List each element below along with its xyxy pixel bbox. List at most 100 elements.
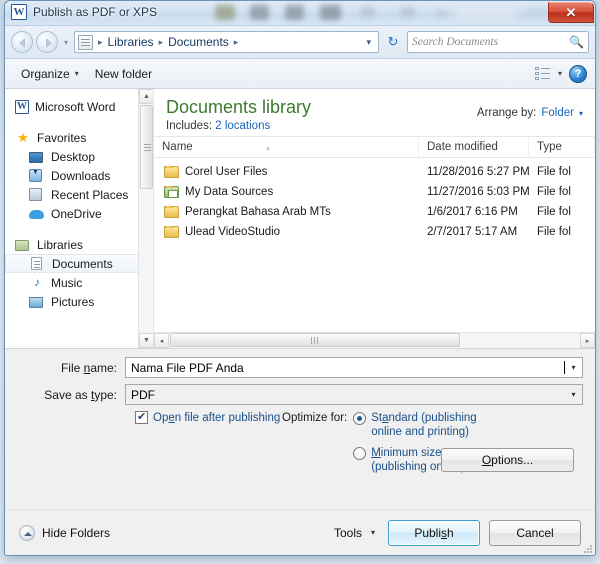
word-icon: W (15, 99, 29, 114)
star-icon: ★ (17, 129, 29, 145)
picture-icon (29, 296, 43, 308)
sidebar-item-microsoft-word[interactable]: W Microsoft Word (5, 97, 153, 116)
savetype-label-pre: Save as (44, 387, 91, 402)
file-name-label: Perangkat Bahasa Arab MTs (185, 206, 331, 218)
scroll-right-icon[interactable]: ▸ (580, 333, 595, 348)
file-name-label: My Data Sources (185, 186, 274, 198)
radio-button[interactable] (353, 447, 367, 460)
sidebar-item-label: Pictures (51, 294, 95, 309)
includes-locations-link[interactable]: 2 locations (215, 120, 270, 132)
arrange-by-label: Arrange by: (476, 107, 537, 119)
scroll-left-icon[interactable]: ◂ (154, 333, 169, 348)
sidebar-item-desktop[interactable]: Desktop (5, 147, 153, 166)
explorer-body: W Microsoft Word ★ Favorites Desktop Download… (5, 89, 595, 349)
organize-button[interactable]: Organize ▾ (13, 64, 87, 84)
sidebar-item-pictures[interactable]: Pictures (5, 292, 153, 311)
sidebar-item-documents[interactable]: Documents (5, 254, 147, 273)
chevron-down-icon[interactable]: ▾ (579, 109, 583, 118)
sidebar-item-label: Desktop (51, 149, 96, 164)
search-input[interactable]: Search Documents (412, 36, 569, 48)
column-headers: Name ▴ Date modified Type (154, 136, 595, 158)
publish-button[interactable]: Publi s h (388, 519, 480, 546)
sidebar-scrollbar[interactable]: ▲ ▼ (138, 89, 153, 348)
navigation-bar: ▾ ▸ Libraries ▸ Documents ▸ ▾ ↻ Search D… (5, 26, 595, 59)
open-after-publishing-checkbox[interactable] (135, 410, 148, 424)
tools-button[interactable]: Tools ▾ (334, 526, 379, 540)
document-icon (31, 256, 42, 270)
savetype-select[interactable]: PDF ▾ (125, 384, 583, 405)
optimize-radio-standard[interactable]: Standard (publishing online and printing) (353, 411, 477, 439)
sidebar-item-label: OneDrive (51, 206, 102, 221)
sidebar-item-libraries[interactable]: Libraries (5, 235, 153, 254)
folder-tree: W Microsoft Word ★ Favorites Desktop Download… (5, 97, 153, 311)
search-box[interactable]: Search Documents 🔍 (407, 31, 589, 53)
open-label-pre: Op (153, 411, 169, 424)
radio-label[interactable]: Standard (publishing online and printing) (371, 411, 477, 439)
file-list-horizontal-scrollbar[interactable]: ◂ ▸ (154, 332, 595, 348)
folder-icon (164, 226, 179, 238)
scrollbar-thumb[interactable] (140, 105, 153, 189)
cancel-button[interactable]: Cancel (489, 519, 581, 546)
sidebar-item-label: Music (51, 275, 83, 290)
breadcrumb-documents[interactable]: Documents (166, 35, 231, 49)
savetype-dropdown-icon[interactable]: ▾ (565, 385, 582, 404)
organize-label: Organize (21, 66, 70, 81)
refresh-icon[interactable]: ↻ (382, 31, 404, 53)
breadcrumb-separator: ▸ (98, 36, 103, 47)
libraries-icon (15, 239, 29, 251)
hscroll-thumb[interactable] (170, 333, 460, 347)
hide-folders-button[interactable]: Hide Folders (19, 524, 110, 541)
column-header-date-modified[interactable]: Date modified (419, 136, 529, 158)
file-rows: Corel User Files 11/28/2016 5:27 PM File f… (154, 158, 595, 332)
new-folder-button[interactable]: New folder (87, 64, 160, 84)
sidebar-item-label: Documents (52, 256, 113, 271)
help-icon[interactable]: ? (569, 64, 587, 83)
resize-grip[interactable] (582, 543, 592, 553)
sidebar-item-onedrive[interactable]: OneDrive (5, 204, 153, 223)
breadcrumb-libraries[interactable]: Libraries (106, 35, 156, 49)
radio-button[interactable] (353, 412, 367, 425)
file-name-cell: My Data Sources (154, 186, 419, 198)
address-dropdown-icon[interactable]: ▾ (362, 37, 375, 48)
open-after-publishing-checkbox-line[interactable]: Open file after publishing (135, 410, 282, 424)
sidebar-item-downloads[interactable]: Downloads (5, 166, 153, 185)
sidebar-item-favorites[interactable]: ★ Favorites (5, 128, 153, 147)
forward-arrow-icon[interactable] (36, 31, 58, 53)
history-dropdown-icon[interactable]: ▾ (61, 38, 71, 47)
close-button[interactable]: ✕ (548, 2, 594, 23)
table-row[interactable]: Corel User Files 11/28/2016 5:27 PM File f… (154, 162, 595, 182)
arrange-by-value[interactable]: Folder (541, 107, 574, 119)
table-row[interactable]: Ulead VideoStudio 2/7/2017 5:17 AM File fo… (154, 222, 595, 242)
open-after-publishing-label[interactable]: Open file after publishing (153, 412, 280, 424)
command-bar: Organize ▾ New folder ▾ ? (5, 59, 595, 89)
back-arrow-icon[interactable] (11, 31, 33, 53)
hscroll-track[interactable] (169, 333, 580, 348)
table-row[interactable]: Perangkat Bahasa Arab MTs 1/6/2017 6:16 P… (154, 202, 595, 222)
open-after-publishing-group: Open file after publishing (17, 410, 282, 474)
scroll-down-icon[interactable]: ▼ (139, 333, 153, 348)
sidebar-item-recent-places[interactable]: Recent Places (5, 185, 153, 204)
table-row[interactable]: My Data Sources 11/27/2016 5:03 PM File fo… (154, 182, 595, 202)
publish-label-pre: Publi (414, 525, 441, 540)
filename-input[interactable]: Nama File PDF Anda ▾ (125, 357, 583, 378)
view-layout-icon[interactable] (534, 66, 551, 81)
scroll-up-icon[interactable]: ▲ (139, 89, 153, 104)
publish-form: File name: Nama File PDF Anda ▾ Save as … (5, 349, 595, 479)
sidebar-item-music[interactable]: ♪ Music (5, 273, 153, 292)
options-button[interactable]: Options... (441, 448, 574, 472)
file-date-cell: 1/6/2017 6:16 PM (427, 206, 518, 218)
column-header-name[interactable]: Name ▴ (154, 136, 419, 158)
library-header-text: Documents library Includes: 2 locations (166, 97, 311, 132)
chevron-down-icon: ▾ (370, 528, 375, 537)
window-title: Publish as PDF or XPS (33, 5, 158, 19)
file-type-cell: File fol (537, 206, 571, 218)
address-bar[interactable]: ▸ Libraries ▸ Documents ▸ ▾ (74, 31, 379, 53)
file-type-cell: File fol (537, 226, 571, 238)
file-list-pane: Documents library Includes: 2 locations … (153, 89, 595, 348)
column-header-type[interactable]: Type (529, 136, 595, 158)
view-chevron-down-icon[interactable]: ▾ (558, 69, 562, 78)
collapse-up-icon (19, 524, 35, 541)
filename-dropdown-icon[interactable]: ▾ (565, 358, 582, 377)
library-folder-icon (78, 34, 93, 50)
